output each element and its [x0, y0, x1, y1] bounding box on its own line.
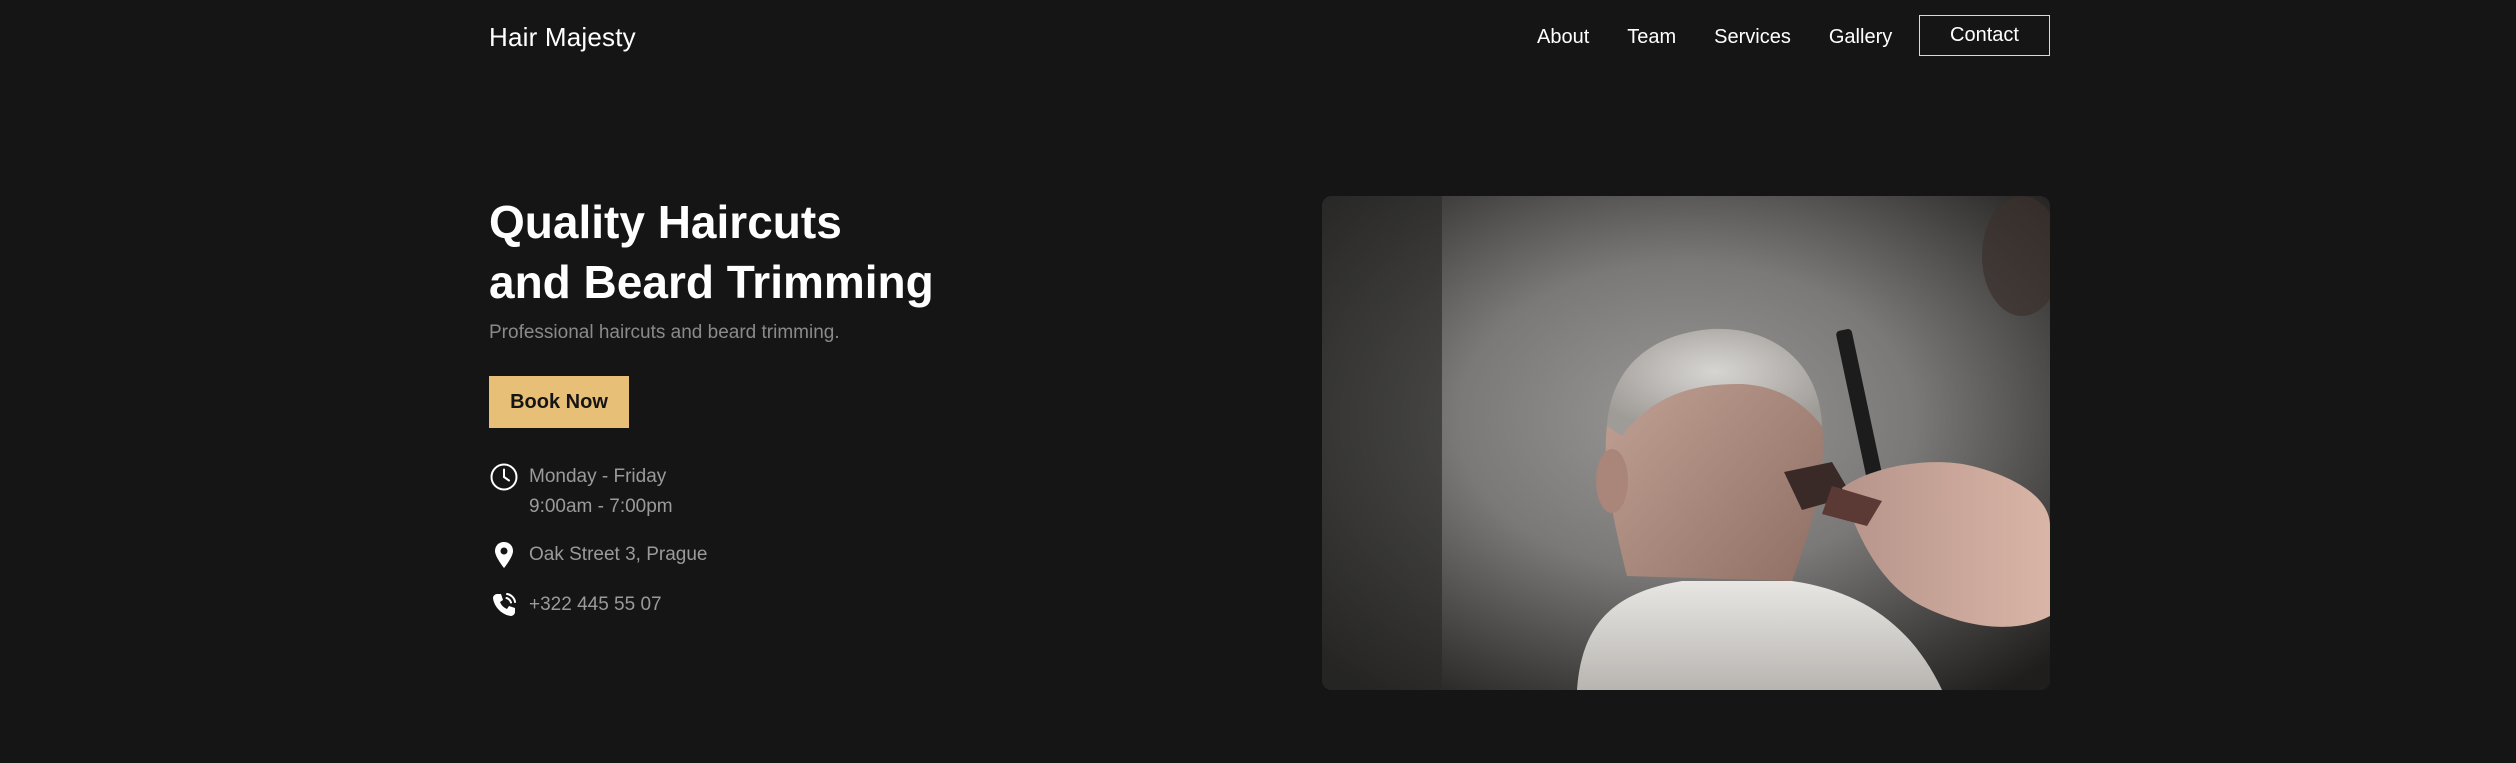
address-text: Oak Street 3, Prague	[529, 544, 708, 565]
address: Oak Street 3, Prague	[489, 540, 708, 570]
opening-hours-text: Monday - Friday 9:00am - 7:00pm	[529, 462, 673, 522]
opening-days: Monday - Friday	[529, 466, 667, 487]
opening-time: 9:00am - 7:00pm	[529, 496, 673, 517]
hero-subtitle: Professional haircuts and beard trimming…	[489, 322, 840, 343]
book-now-button[interactable]: Book Now	[489, 376, 629, 428]
contact-button[interactable]: Contact	[1919, 15, 2050, 56]
phone: +322 445 55 07	[489, 590, 662, 620]
nav-link-team[interactable]: Team	[1627, 26, 1676, 49]
clock-icon	[489, 462, 519, 492]
phone-icon	[489, 590, 519, 620]
nav-link-services[interactable]: Services	[1714, 26, 1791, 49]
nav-links: About Team Services Gallery	[1537, 26, 1930, 49]
nav-link-about[interactable]: About	[1537, 26, 1589, 49]
location-pin-icon	[489, 540, 519, 570]
nav-link-gallery[interactable]: Gallery	[1829, 26, 1892, 49]
hero-title-line-1: Quality Haircuts	[489, 196, 842, 248]
brand-logo[interactable]: Hair Majesty	[489, 22, 636, 53]
hero-title: Quality Haircuts and Beard Trimming	[489, 192, 934, 312]
barber-photo	[1322, 196, 2050, 690]
top-navbar: Hair Majesty About Team Services Gallery…	[0, 0, 2516, 74]
hero-title-line-2: and Beard Trimming	[489, 256, 934, 308]
phone-text[interactable]: +322 445 55 07	[529, 590, 662, 620]
opening-hours: Monday - Friday 9:00am - 7:00pm	[489, 462, 673, 522]
